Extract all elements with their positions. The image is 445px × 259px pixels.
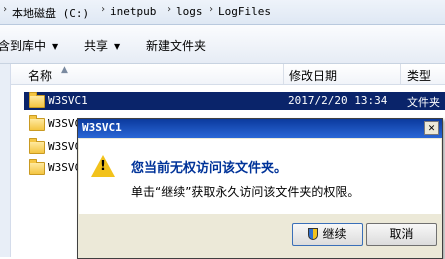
- share-button[interactable]: 共享 ▼: [84, 37, 120, 54]
- warning-exclamation-icon: !: [100, 159, 106, 174]
- continue-label: 继续: [322, 227, 347, 241]
- address-bar[interactable]: › 本地磁盘 (C:) › inetpub › logs › LogFiles: [0, 0, 445, 25]
- breadcrumb-drive[interactable]: 本地磁盘 (C:): [12, 5, 89, 21]
- file-row[interactable]: W3SVC1: [24, 138, 88, 156]
- column-modified[interactable]: 修改日期: [289, 67, 337, 84]
- close-icon[interactable]: ✕: [424, 121, 439, 135]
- chevron-right-icon: ›: [208, 4, 215, 15]
- column-divider[interactable]: [283, 64, 284, 84]
- column-divider[interactable]: [400, 64, 401, 84]
- dialog-title: W3SVC1: [82, 121, 122, 134]
- share-label: 共享: [84, 39, 109, 53]
- file-row[interactable]: W3SVC1 2017/2/20 13:34 文件夹: [24, 92, 445, 110]
- dialog-body: ! 您当前无权访问该文件夹。 单击“继续”获取永久访问该文件夹的权限。: [79, 139, 441, 214]
- new-folder-button[interactable]: 新建文件夹: [146, 37, 206, 54]
- column-header: 名称 ▲ 修改日期 类型: [11, 64, 445, 85]
- include-in-library-label: 含到库中: [0, 39, 47, 53]
- dialog-title-bar[interactable]: W3SVC1 ✕: [78, 119, 442, 138]
- file-row[interactable]: W3SVC1: [24, 159, 88, 177]
- file-type: 文件夹: [407, 96, 440, 109]
- column-type[interactable]: 类型: [407, 67, 431, 84]
- toolbar: 含到库中 ▼ 共享 ▼ 新建文件夹: [0, 25, 445, 64]
- cancel-button[interactable]: 取消: [366, 223, 437, 246]
- access-denied-dialog: W3SVC1 ✕ ! 您当前无权访问该文件夹。 单击“继续”获取永久访问该文件夹…: [77, 118, 443, 259]
- continue-button[interactable]: 继续: [292, 223, 363, 246]
- breadcrumb-inetpub[interactable]: inetpub: [110, 5, 156, 18]
- breadcrumb-logs[interactable]: logs: [176, 5, 203, 18]
- column-name[interactable]: 名称: [28, 67, 52, 84]
- file-row[interactable]: W3SVC1: [24, 115, 88, 133]
- dialog-detail: 单击“继续”获取永久访问该文件夹的权限。: [131, 185, 360, 199]
- dropdown-arrow-icon: ▼: [52, 42, 59, 51]
- dialog-message: 您当前无权访问该文件夹。: [131, 161, 288, 176]
- file-modified: 2017/2/20 13:34: [288, 94, 388, 107]
- folder-icon: [29, 115, 45, 131]
- dropdown-arrow-icon: ▼: [114, 42, 121, 51]
- uac-shield-icon: [308, 228, 319, 240]
- dialog-footer: 继续 取消: [79, 215, 441, 257]
- file-name: W3SVC1: [48, 94, 88, 107]
- include-in-library-button[interactable]: 含到库中 ▼: [0, 37, 58, 54]
- chevron-right-icon: ›: [100, 4, 107, 15]
- navigation-pane-edge: [0, 64, 11, 257]
- chevron-right-icon: ›: [166, 4, 173, 15]
- breadcrumb-logfiles[interactable]: LogFiles: [218, 5, 271, 18]
- folder-icon: [29, 159, 45, 175]
- sort-up-icon: ▲: [61, 65, 68, 75]
- folder-icon: [29, 138, 45, 154]
- chevron-right-icon: ›: [2, 4, 9, 15]
- folder-icon: [29, 92, 45, 108]
